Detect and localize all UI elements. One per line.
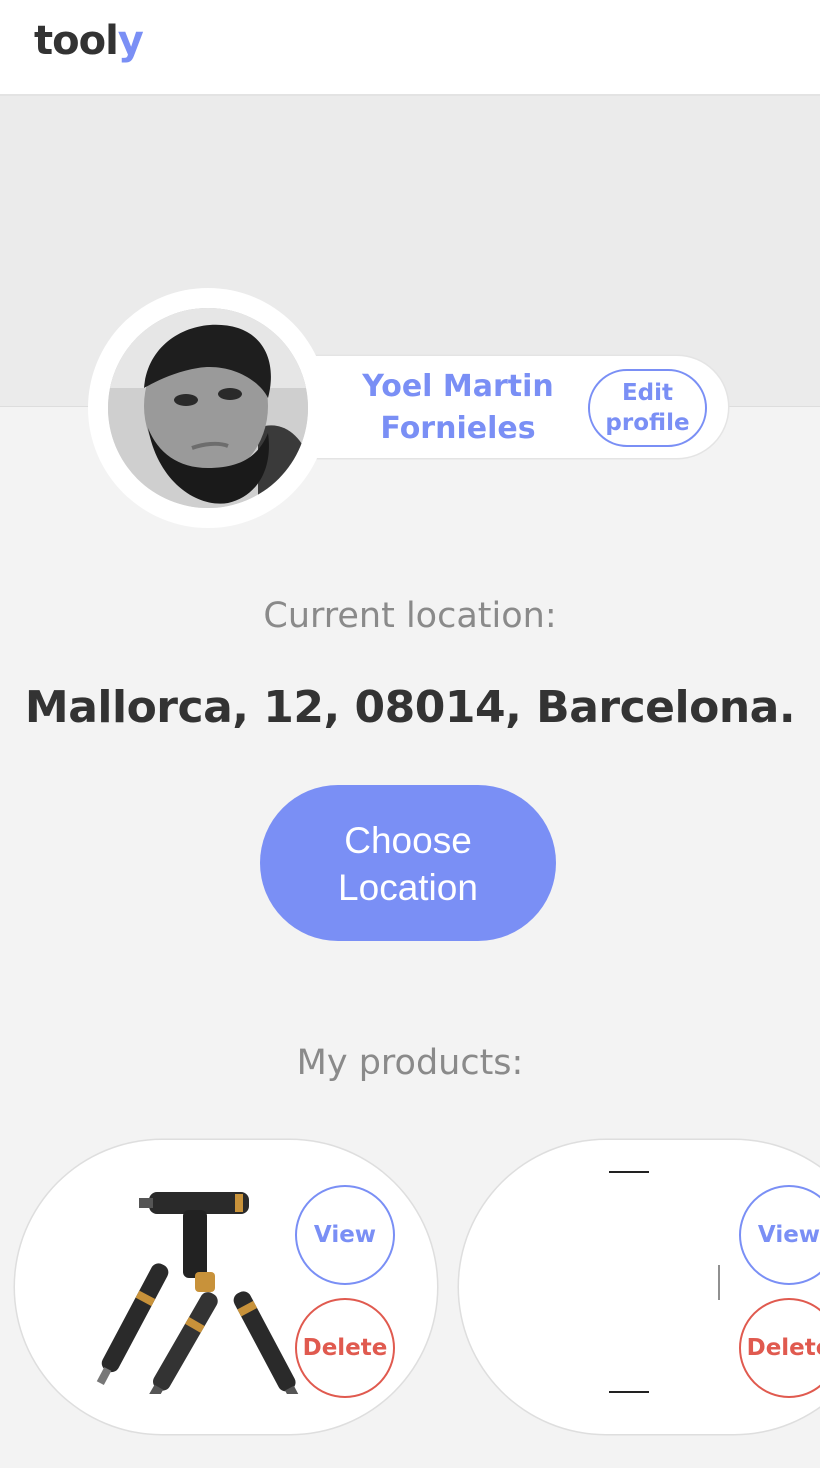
product-image-blank xyxy=(499,1170,743,1394)
delete-product-button[interactable]: Delete xyxy=(295,1298,395,1398)
delete-product-button[interactable]: Delete xyxy=(739,1298,820,1398)
my-products-label: My products: xyxy=(296,1043,524,1083)
product-image-placeholder xyxy=(499,1171,720,1393)
logo-text: tool xyxy=(34,18,119,64)
view-product-button[interactable]: View xyxy=(739,1185,820,1285)
current-location-value: Mallorca, 12, 08014, Barcelona. xyxy=(24,682,796,733)
product-card: View Delete xyxy=(459,1140,820,1434)
product-image-power-tools xyxy=(75,1170,300,1402)
tooly-logo[interactable]: tooly xyxy=(34,18,144,64)
page: tooly Yoel Martin Fornieles Edit profile… xyxy=(0,0,820,1468)
top-navbar: tooly xyxy=(0,0,820,96)
power-tools-icon xyxy=(96,1192,300,1402)
avatar xyxy=(108,308,308,508)
choose-location-button[interactable]: Choose Location xyxy=(260,785,556,941)
user-name: Yoel Martin Fornieles xyxy=(362,369,554,446)
current-location-label: Current location: xyxy=(263,596,557,636)
product-card: View Delete xyxy=(15,1140,437,1434)
edit-profile-button[interactable]: Edit profile xyxy=(588,369,707,447)
logo-text-accent: y xyxy=(117,18,144,64)
avatar-photo xyxy=(108,308,308,508)
view-product-button[interactable]: View xyxy=(295,1185,395,1285)
